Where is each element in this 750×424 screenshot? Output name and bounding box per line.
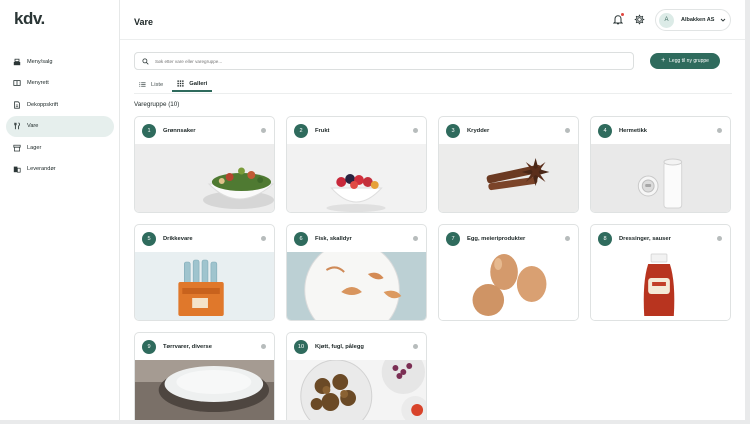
sidebar-item-label: Meny/salg [27, 58, 53, 65]
utensils-icon [14, 122, 20, 130]
group-name: Fisk, skalldyr [315, 235, 352, 242]
drinks-crate-image [135, 252, 274, 320]
sidebar-item-label: Vare [27, 123, 39, 130]
view-tabs: Liste Galleri [134, 77, 216, 94]
status-dot [413, 236, 418, 241]
tab-label: Liste [151, 81, 164, 88]
sidebar-item-menyrett[interactable]: Menyrett [6, 73, 114, 95]
group-card-1[interactable]: 1 Grønnsaker [134, 116, 275, 213]
tab-liste[interactable]: Liste [134, 77, 168, 92]
sidebar-item-label: Menyrett [27, 80, 49, 87]
settings-button[interactable] [634, 14, 645, 25]
group-card-7[interactable]: 7 Egg, meieriprodukter [438, 224, 579, 321]
sidebar-item-label: Dekoppskrift [27, 101, 59, 108]
group-number: 5 [142, 231, 156, 246]
group-number: 7 [446, 231, 460, 246]
status-dot [565, 236, 570, 241]
sidebar-item-vare[interactable]: Vare [6, 115, 114, 137]
register-icon [13, 58, 21, 65]
search-icon [142, 57, 149, 65]
group-number: 9 [142, 339, 156, 354]
add-group-label: Legg til ny gruppe [669, 58, 709, 64]
grid-icon [177, 80, 184, 87]
tab-galleri[interactable]: Galleri [172, 77, 213, 92]
sidebar-item-lager[interactable]: Lager [6, 137, 114, 159]
status-dot [717, 128, 722, 133]
group-name: Frukt [315, 127, 330, 134]
menu-dish-icon [13, 80, 21, 87]
salad-image [135, 144, 274, 212]
fruit-bowl-image [287, 144, 426, 212]
status-dot [413, 344, 418, 349]
group-card-2[interactable]: 2 Frukt [286, 116, 427, 213]
group-card-5[interactable]: 5 Drikkevare [134, 224, 275, 321]
group-card-10[interactable]: 10 Kjøtt, fugl, pålegg [286, 332, 427, 420]
group-name: Tørrvarer, diverse [163, 343, 212, 350]
group-name: Dressinger, sauser [619, 235, 671, 242]
avatar: A [659, 12, 674, 28]
sidebar-item-leverandor[interactable]: Leverandør [6, 159, 114, 181]
eggs-image [439, 252, 578, 320]
ketchup-image [591, 252, 730, 320]
app-window: kdv. Meny/salg Menyrett Dekoppskrift Var… [0, 0, 745, 420]
group-number: 1 [142, 123, 156, 138]
sidebar-item-dekoppskrift[interactable]: Dekoppskrift [6, 94, 114, 116]
add-group-button[interactable]: + Legg til ny gruppe [650, 53, 720, 69]
sidebar-item-label: Leverandør [27, 166, 56, 173]
cans-image [591, 144, 730, 212]
group-number: 8 [598, 231, 612, 246]
group-card-6[interactable]: 6 Fisk, skalldyr [286, 224, 427, 321]
notification-button[interactable] [612, 12, 625, 25]
plus-icon: + [661, 57, 666, 64]
recipe-doc-icon [14, 101, 20, 109]
group-number: 6 [294, 231, 308, 246]
page-title: Vare [134, 17, 154, 27]
shrimp-plate-image [287, 252, 426, 320]
group-name: Egg, meieriprodukter [467, 235, 526, 242]
building-icon [13, 166, 21, 173]
search-bar [134, 52, 634, 70]
group-number: 4 [598, 123, 612, 138]
group-card-3[interactable]: 3 Krydder [438, 116, 579, 213]
tabs-divider [134, 93, 732, 94]
account-menu[interactable]: A Albakken AS [655, 9, 731, 31]
list-icon [139, 82, 146, 87]
group-card-8[interactable]: 8 Dressinger, sauser [590, 224, 731, 321]
spices-image [439, 144, 578, 212]
status-dot [717, 236, 722, 241]
search-input[interactable] [155, 58, 605, 64]
status-dot [261, 236, 266, 241]
account-name: Albakken AS [681, 17, 715, 23]
chevron-down-icon [721, 18, 726, 22]
status-dot [261, 128, 266, 133]
sidebar: kdv. Meny/salg Menyrett Dekoppskrift Var… [0, 0, 120, 420]
status-dot [413, 128, 418, 133]
app-logo[interactable]: kdv. [14, 9, 45, 29]
group-name: Krydder [467, 127, 490, 134]
sidebar-item-label: Lager [27, 144, 42, 151]
group-name: Drikkevare [163, 235, 193, 242]
section-title: Varegruppe (10) [134, 101, 180, 108]
group-number: 10 [294, 339, 308, 354]
sidebar-nav: Meny/salg Menyrett Dekoppskrift Vare Lag… [6, 51, 114, 180]
status-dot [565, 128, 570, 133]
status-dot [261, 344, 266, 349]
top-bar: Vare A Albakken AS [120, 0, 745, 40]
main-content: Vare A Albakken AS + Legg til ny gruppe [120, 0, 745, 420]
group-name: Grønnsaker [163, 127, 196, 134]
gear-icon [634, 14, 645, 25]
group-name: Hermetikk [619, 127, 648, 134]
group-card-9[interactable]: 9 Tørrvarer, diverse [134, 332, 275, 420]
group-card-4[interactable]: 4 Hermetikk [590, 116, 731, 213]
sidebar-item-meny-salg[interactable]: Meny/salg [6, 51, 114, 73]
group-name: Kjøtt, fugl, pålegg [315, 343, 364, 350]
group-number: 2 [294, 123, 308, 138]
meat-bowl-image [287, 360, 426, 420]
salt-bowl-image [135, 360, 274, 420]
notification-badge [620, 12, 625, 17]
group-number: 3 [446, 123, 460, 138]
tab-label: Galleri [189, 80, 208, 87]
archive-box-icon [13, 144, 21, 152]
